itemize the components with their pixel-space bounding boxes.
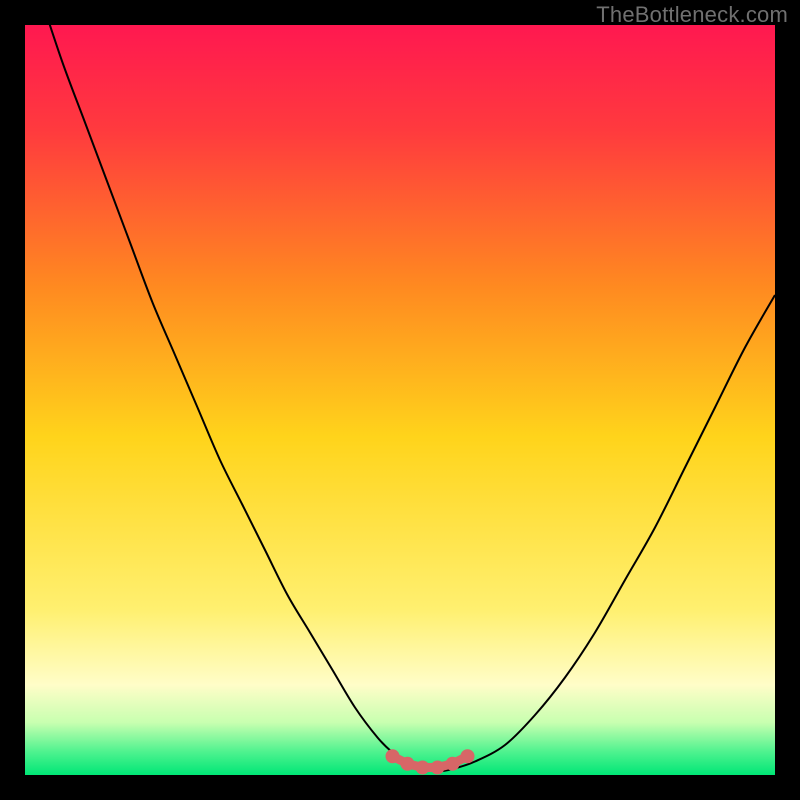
valley-marker [461,750,474,763]
plot-area [25,25,775,775]
valley-marker [401,757,414,770]
valley-marker [386,750,399,763]
valley-marker [416,761,429,774]
gradient-background [25,25,775,775]
bottleneck-chart [25,25,775,775]
valley-marker [446,757,459,770]
chart-frame: TheBottleneck.com [0,0,800,800]
attribution-watermark: TheBottleneck.com [596,2,788,28]
valley-marker [431,761,444,774]
